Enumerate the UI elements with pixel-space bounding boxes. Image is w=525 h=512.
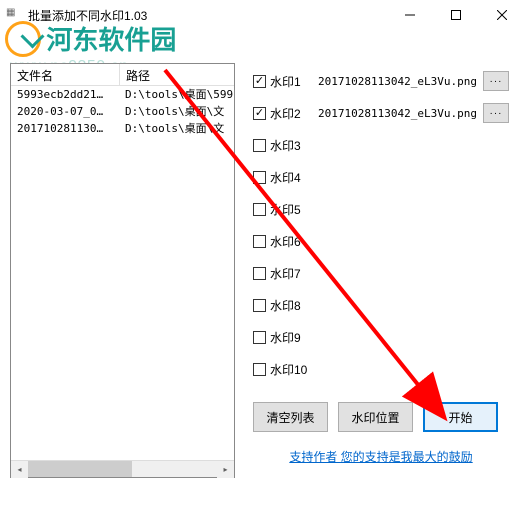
list-row[interactable]: 5993ecb2dd21… D:\tools\桌面\599 [11, 86, 234, 103]
watermark-row: 水印6 [253, 226, 509, 256]
minimize-button[interactable] [387, 0, 433, 30]
cell-path: D:\tools\桌面\599 [119, 86, 234, 103]
watermark-row: 水印2 20171028113042_eL3Vu.png··· [253, 98, 509, 128]
watermark-row: 水印7 [253, 258, 509, 288]
watermark-label: 水印6 [270, 233, 310, 250]
header-path[interactable]: 路径 [120, 64, 234, 85]
watermark-label: 水印4 [270, 169, 310, 186]
watermark-checkbox[interactable] [253, 171, 266, 184]
watermark-checkbox[interactable] [253, 363, 266, 376]
scroll-left-arrow[interactable]: ◂ [11, 461, 28, 478]
start-button[interactable]: 开始 [423, 402, 498, 432]
scroll-thumb[interactable] [28, 461, 132, 477]
file-list-panel: 文件名 路径 5993ecb2dd21… D:\tools\桌面\599 202… [10, 63, 235, 478]
browse-button[interactable]: ··· [483, 103, 509, 123]
watermark-row: 水印8 [253, 290, 509, 320]
watermark-label: 水印7 [270, 265, 310, 282]
file-list[interactable]: 文件名 路径 5993ecb2dd21… D:\tools\桌面\599 202… [10, 63, 235, 478]
watermark-position-button[interactable]: 水印位置 [338, 402, 413, 432]
watermark-checkbox[interactable] [253, 107, 266, 120]
watermark-checkbox[interactable] [253, 331, 266, 344]
watermark-row: 水印4 [253, 162, 509, 192]
clear-list-button[interactable]: 清空列表 [253, 402, 328, 432]
scroll-track[interactable] [28, 461, 217, 477]
scroll-right-arrow[interactable]: ▸ [217, 461, 234, 478]
watermark-checkbox[interactable] [253, 267, 266, 280]
browse-button[interactable]: ··· [483, 71, 509, 91]
watermark-label: 水印5 [270, 201, 310, 218]
watermark-filename: 20171028113042_eL3Vu.png [318, 75, 483, 88]
horizontal-scrollbar[interactable]: ◂ ▸ [11, 460, 234, 477]
watermark-checkbox[interactable] [253, 235, 266, 248]
list-header: 文件名 路径 [11, 64, 234, 86]
cell-path: D:\tools\桌面\文 [119, 103, 234, 120]
cell-filename: 5993ecb2dd21… [11, 86, 119, 103]
watermark-label: 水印1 [270, 73, 310, 90]
watermark-checkbox[interactable] [253, 203, 266, 216]
watermark-filename: 20171028113042_eL3Vu.png [318, 107, 483, 120]
list-body: 5993ecb2dd21… D:\tools\桌面\599 2020-03-07… [11, 86, 234, 460]
watermark-label: 水印3 [270, 137, 310, 154]
cell-filename: 2020-03-07_0… [11, 103, 119, 120]
watermark-checkbox[interactable] [253, 139, 266, 152]
support-link-row: 支持作者 您的支持是我最大的鼓励 [253, 448, 509, 465]
close-button[interactable] [479, 0, 525, 30]
watermark-row: 水印3 [253, 130, 509, 160]
cell-filename: 201710281130… [11, 120, 119, 137]
list-row[interactable]: 201710281130… D:\tools\桌面\文 [11, 120, 234, 137]
watermark-checkbox[interactable] [253, 299, 266, 312]
header-filename[interactable]: 文件名 [11, 64, 119, 85]
watermark-label: 水印8 [270, 297, 310, 314]
watermark-row: 水印9 [253, 322, 509, 352]
list-row[interactable]: 2020-03-07_0… D:\tools\桌面\文 [11, 103, 234, 120]
watermark-panel: 水印120171028113042_eL3Vu.png···水印22017102… [253, 66, 515, 478]
watermark-label: 水印9 [270, 329, 310, 346]
watermark-row: 水印5 [253, 194, 509, 224]
cell-path: D:\tools\桌面\文 [119, 120, 234, 137]
watermark-row: 水印10 [253, 354, 509, 384]
button-row: 清空列表 水印位置 开始 [253, 402, 509, 432]
maximize-button[interactable] [433, 0, 479, 30]
watermark-checkbox[interactable] [253, 75, 266, 88]
watermark-label: 水印10 [270, 361, 310, 378]
support-author-link[interactable]: 支持作者 您的支持是我最大的鼓励 [289, 450, 472, 464]
watermark-label: 水印2 [270, 105, 310, 122]
watermark-row: 水印1 20171028113042_eL3Vu.png··· [253, 66, 509, 96]
window-controls [387, 0, 525, 30]
